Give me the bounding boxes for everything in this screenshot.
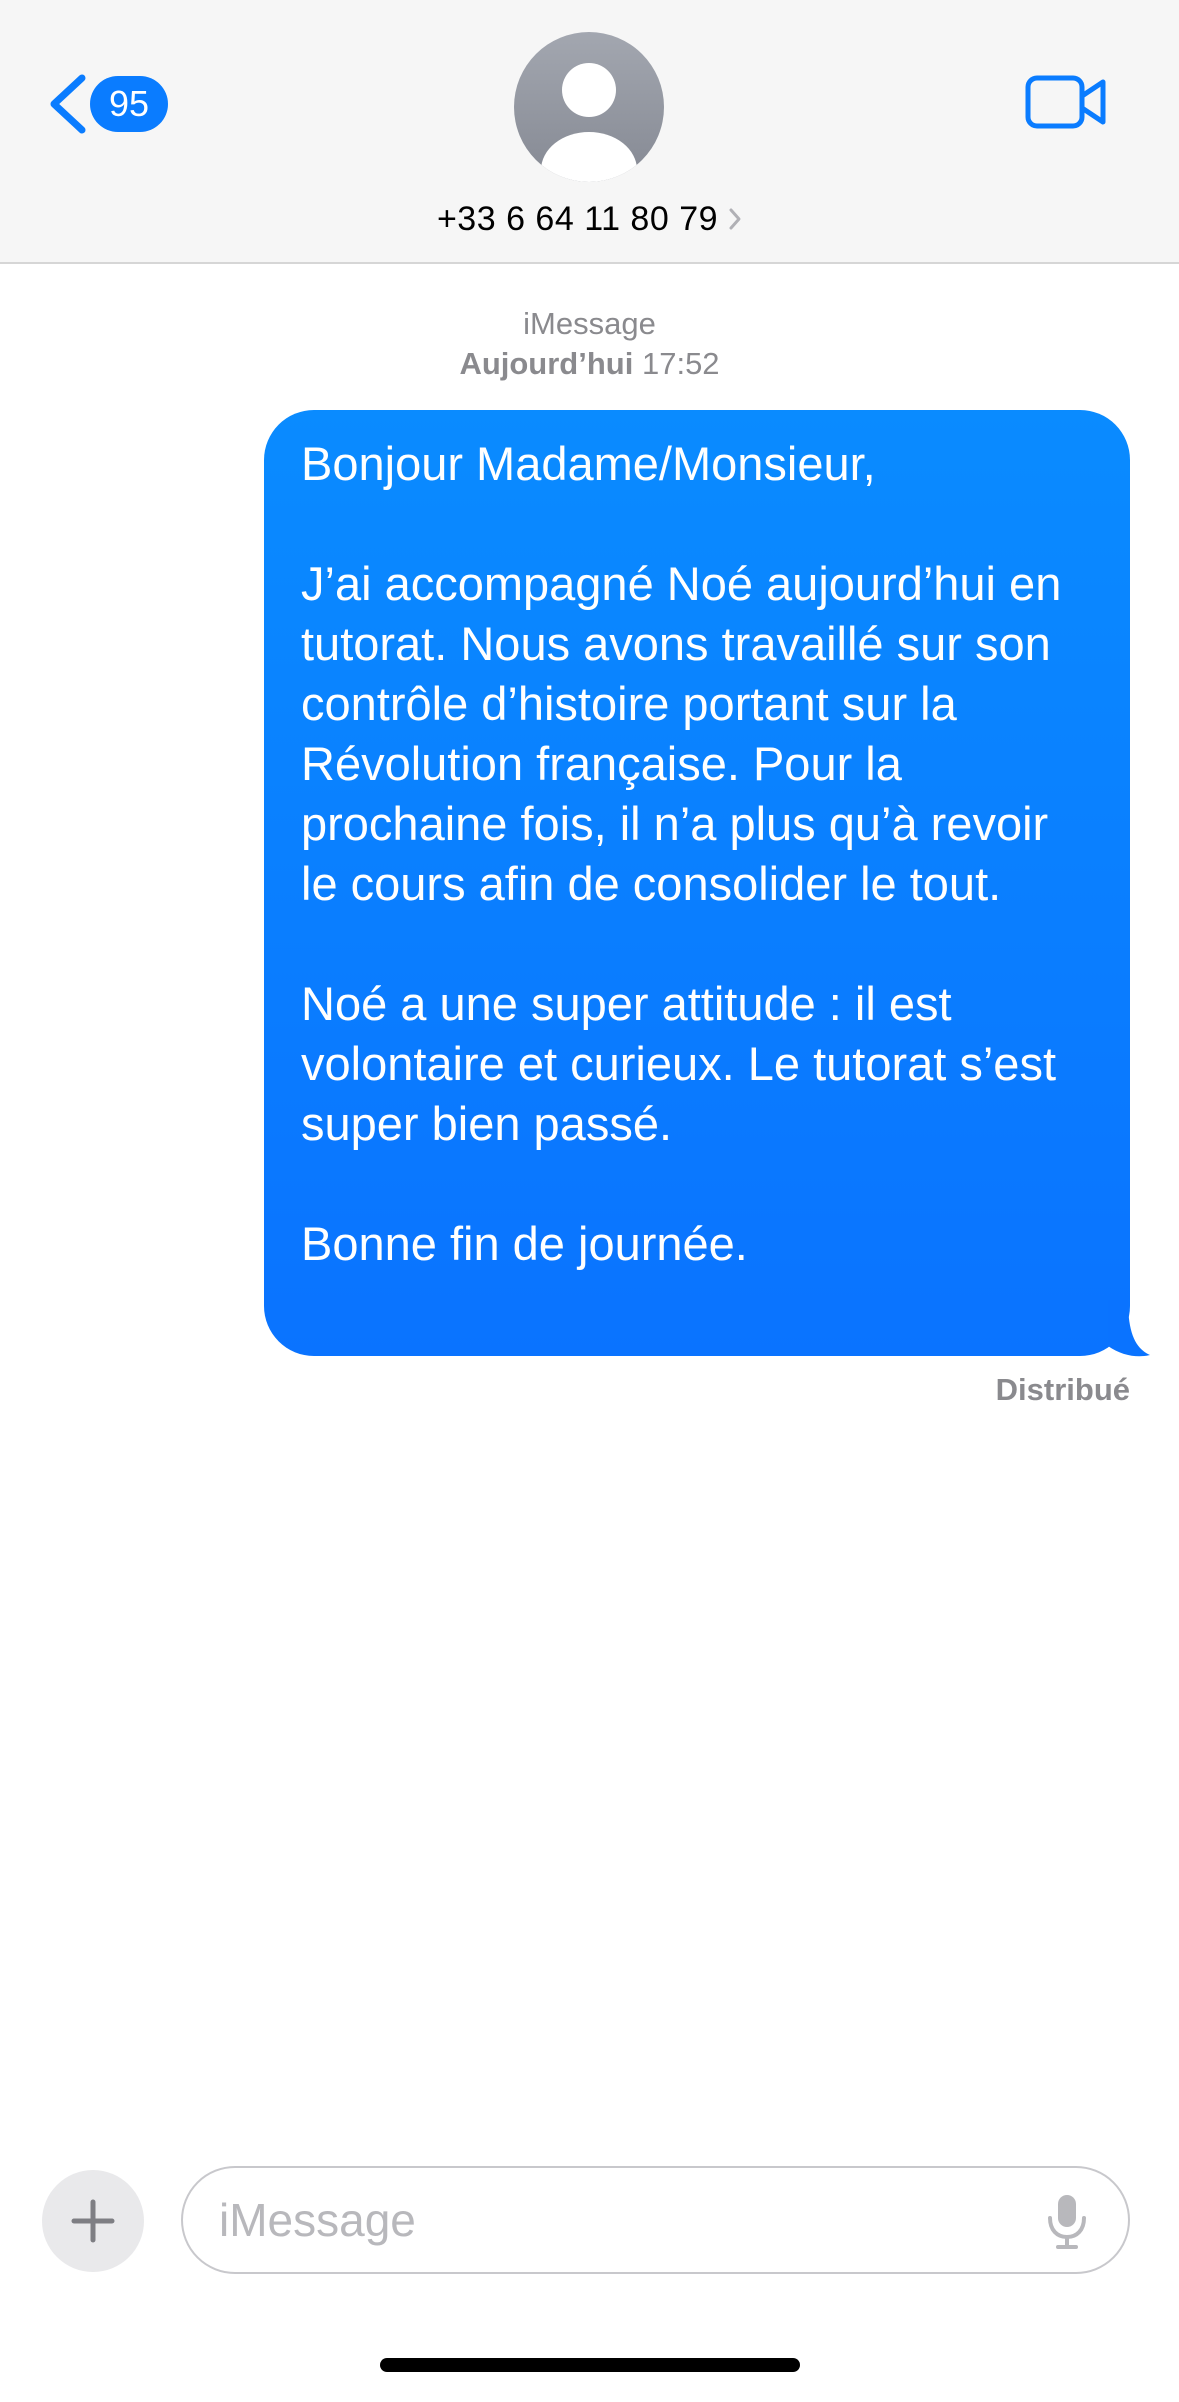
unread-count-badge: 95 <box>90 76 168 132</box>
chevron-right-icon <box>729 208 741 230</box>
apps-plus-button[interactable] <box>42 2170 144 2272</box>
delivery-status: Distribué <box>995 1372 1130 1407</box>
date-time-label: Aujourd’hui 17:52 <box>0 344 1179 384</box>
back-button[interactable]: 95 <box>44 72 168 136</box>
message-timestamp: iMessage Aujourd’hui 17:52 <box>0 304 1179 384</box>
person-placeholder-icon <box>541 63 637 182</box>
message-paragraph: Noé a une super attitude : il est volont… <box>301 977 1057 1150</box>
time-label: 17:52 <box>641 346 720 381</box>
microphone-icon[interactable] <box>1043 2192 1091 2250</box>
bubble-tail <box>1108 1300 1150 1357</box>
message-paragraph: Bonjour Madame/Monsieur, <box>301 437 876 490</box>
home-indicator[interactable] <box>380 2358 800 2372</box>
plus-icon <box>71 2199 115 2243</box>
contact-name-button[interactable]: +33 6 64 11 80 79 <box>0 196 1179 242</box>
message-paragraph: Bonne fin de journée. <box>301 1217 748 1270</box>
conversation-header: 95 +33 6 64 11 80 79 <box>0 0 1179 264</box>
contact-name: +33 6 64 11 80 79 <box>436 199 719 238</box>
day-label: Aujourd’hui <box>459 346 634 381</box>
service-label: iMessage <box>523 306 656 341</box>
video-camera-icon[interactable] <box>1024 72 1108 132</box>
chevron-left-icon <box>50 74 86 134</box>
message-composer <box>181 2166 1130 2274</box>
message-paragraph: J’ai accompagné Noé aujourd’hui en tutor… <box>301 557 1062 910</box>
message-input[interactable] <box>219 2182 999 2258</box>
outgoing-message-bubble[interactable]: Bonjour Madame/Monsieur, J’ai accompagné… <box>264 410 1130 1356</box>
avatar[interactable] <box>514 32 664 182</box>
